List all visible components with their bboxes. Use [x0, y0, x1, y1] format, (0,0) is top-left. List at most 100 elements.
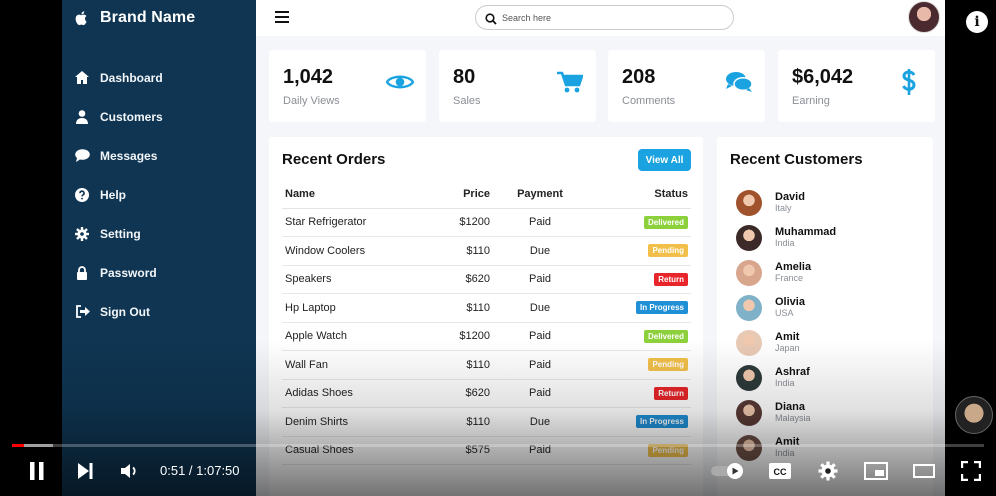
sidebar-item-dashboard[interactable]: Dashboard — [74, 58, 254, 97]
column-header-payment: Payment — [490, 181, 590, 209]
table-row[interactable]: Hp Laptop $110 Due In Progress — [282, 293, 691, 323]
recent-orders-panel: Recent Orders View All Name Price Paymen… — [269, 137, 703, 496]
eye-icon — [386, 68, 414, 96]
order-name: Apple Watch — [282, 322, 432, 351]
order-name: Hp Laptop — [282, 293, 432, 323]
sidebar: Brand Name Dashboard Customers Messages … — [62, 0, 256, 496]
order-payment: Paid — [490, 379, 590, 408]
customer-name: Diana — [775, 401, 805, 413]
volume-button[interactable] — [116, 457, 144, 485]
info-icon[interactable]: i — [966, 11, 988, 33]
video-player[interactable]: Brand Name Dashboard Customers Messages … — [0, 0, 996, 496]
list-item[interactable]: Amit Japan — [736, 325, 926, 360]
table-row[interactable]: Adidas Shoes $620 Paid Return — [282, 379, 691, 408]
brand[interactable]: Brand Name — [74, 6, 195, 30]
table-row[interactable]: Wall Fan $110 Paid Pending — [282, 350, 691, 380]
view-all-button[interactable]: View All — [638, 149, 691, 171]
list-item[interactable]: David Italy — [736, 185, 926, 220]
top-bar — [256, 0, 945, 36]
sidebar-item-customers[interactable]: Customers — [74, 97, 254, 136]
dollar-icon — [895, 68, 923, 96]
table-row[interactable]: Star Refrigerator $1200 Paid Delivered — [282, 208, 691, 237]
search-icon — [485, 12, 497, 25]
customer-info: Amit India — [775, 436, 799, 459]
table-row[interactable]: Denim Shirts $110 Due In Progress — [282, 407, 691, 437]
stat-value: 208 — [622, 66, 656, 88]
column-header-status: Status — [590, 181, 691, 209]
order-price: $620 — [432, 379, 490, 408]
table-header-row: Name Price Payment Status — [282, 181, 691, 209]
avatar — [736, 259, 762, 286]
stat-label: Comments — [622, 95, 676, 107]
user-avatar[interactable] — [908, 1, 940, 33]
miniplayer-button[interactable] — [862, 457, 890, 485]
progress-bar[interactable] — [12, 444, 984, 447]
theater-mode-button[interactable] — [910, 457, 938, 485]
order-price: $620 — [432, 265, 490, 294]
order-name: Casual Shoes — [282, 436, 432, 465]
pause-button[interactable] — [24, 457, 50, 485]
order-status: Delivered — [590, 208, 691, 237]
pause-icon — [30, 462, 44, 480]
order-status: Return — [590, 379, 691, 408]
gear-icon — [818, 461, 838, 481]
stat-value: $6,042 — [792, 66, 854, 88]
channel-watermark[interactable] — [955, 396, 993, 434]
sidebar-item-sign-out[interactable]: Sign Out — [74, 292, 254, 331]
customer-info: Amelia France — [775, 261, 811, 284]
customer-info: Amit Japan — [775, 331, 800, 354]
list-item[interactable]: Ashraf India — [736, 360, 926, 395]
sidebar-item-label: Help — [100, 187, 127, 202]
fullscreen-button[interactable] — [958, 457, 984, 485]
miniplayer-icon — [864, 462, 888, 480]
order-name: Wall Fan — [282, 350, 432, 380]
customer-country: Japan — [775, 343, 800, 353]
sidebar-item-password[interactable]: Password — [74, 253, 254, 292]
table-row[interactable]: Window Coolers $110 Due Pending — [282, 236, 691, 266]
order-payment: Paid — [490, 208, 590, 237]
list-item[interactable]: Amelia France — [736, 255, 926, 290]
customer-country: Italy — [775, 203, 792, 213]
customer-name: Amelia — [775, 261, 812, 273]
customer-list: David Italy Muhammad India Amelia France Olivi… — [736, 185, 926, 465]
sidebar-item-setting[interactable]: Setting — [74, 214, 254, 253]
user-icon — [74, 109, 90, 125]
main-content: 1,042 Daily Views 80 Sales 208 Comments … — [256, 0, 945, 496]
search-input[interactable] — [502, 12, 722, 23]
settings-button[interactable] — [815, 457, 841, 485]
status-badge: Pending — [648, 358, 688, 372]
stat-label: Earning — [792, 95, 830, 107]
cart-icon — [556, 68, 584, 96]
list-item[interactable]: Olivia USA — [736, 290, 926, 325]
sidebar-item-label: Messages — [100, 148, 158, 163]
order-price: $1200 — [432, 322, 490, 351]
autoplay-icon — [711, 463, 743, 479]
order-payment: Paid — [490, 322, 590, 351]
menu-toggle-icon[interactable] — [275, 11, 289, 23]
list-item[interactable]: Diana Malaysia — [736, 395, 926, 430]
order-payment: Paid — [490, 265, 590, 294]
order-payment: Due — [490, 407, 590, 437]
search-box[interactable] — [475, 5, 734, 30]
sidebar-item-help[interactable]: Help — [74, 175, 254, 214]
sidebar-item-messages[interactable]: Messages — [74, 136, 254, 175]
table-row[interactable]: Apple Watch $1200 Paid Delivered — [282, 322, 691, 351]
next-button[interactable] — [72, 457, 98, 485]
customer-info: Ashraf India — [775, 366, 810, 389]
apple-logo-icon — [74, 10, 90, 26]
order-name: Denim Shirts — [282, 407, 432, 437]
time-display: 0:51 / 1:07:50 — [160, 463, 240, 478]
column-header-price: Price — [432, 181, 490, 209]
stat-value: 1,042 — [283, 66, 334, 88]
list-item[interactable]: Muhammad India — [736, 220, 926, 255]
autoplay-toggle[interactable] — [710, 457, 746, 485]
captions-button[interactable]: CC — [766, 457, 794, 485]
stat-card-daily-views: 1,042 Daily Views — [269, 50, 426, 122]
customer-country: Malaysia — [775, 413, 811, 423]
sign-out-icon — [74, 304, 90, 320]
gear-icon — [74, 226, 90, 242]
table-row[interactable]: Speakers $620 Paid Return — [282, 265, 691, 294]
avatar — [736, 329, 762, 356]
table-row[interactable]: Casual Shoes $575 Paid Pending — [282, 436, 691, 465]
customer-country: India — [775, 238, 795, 248]
